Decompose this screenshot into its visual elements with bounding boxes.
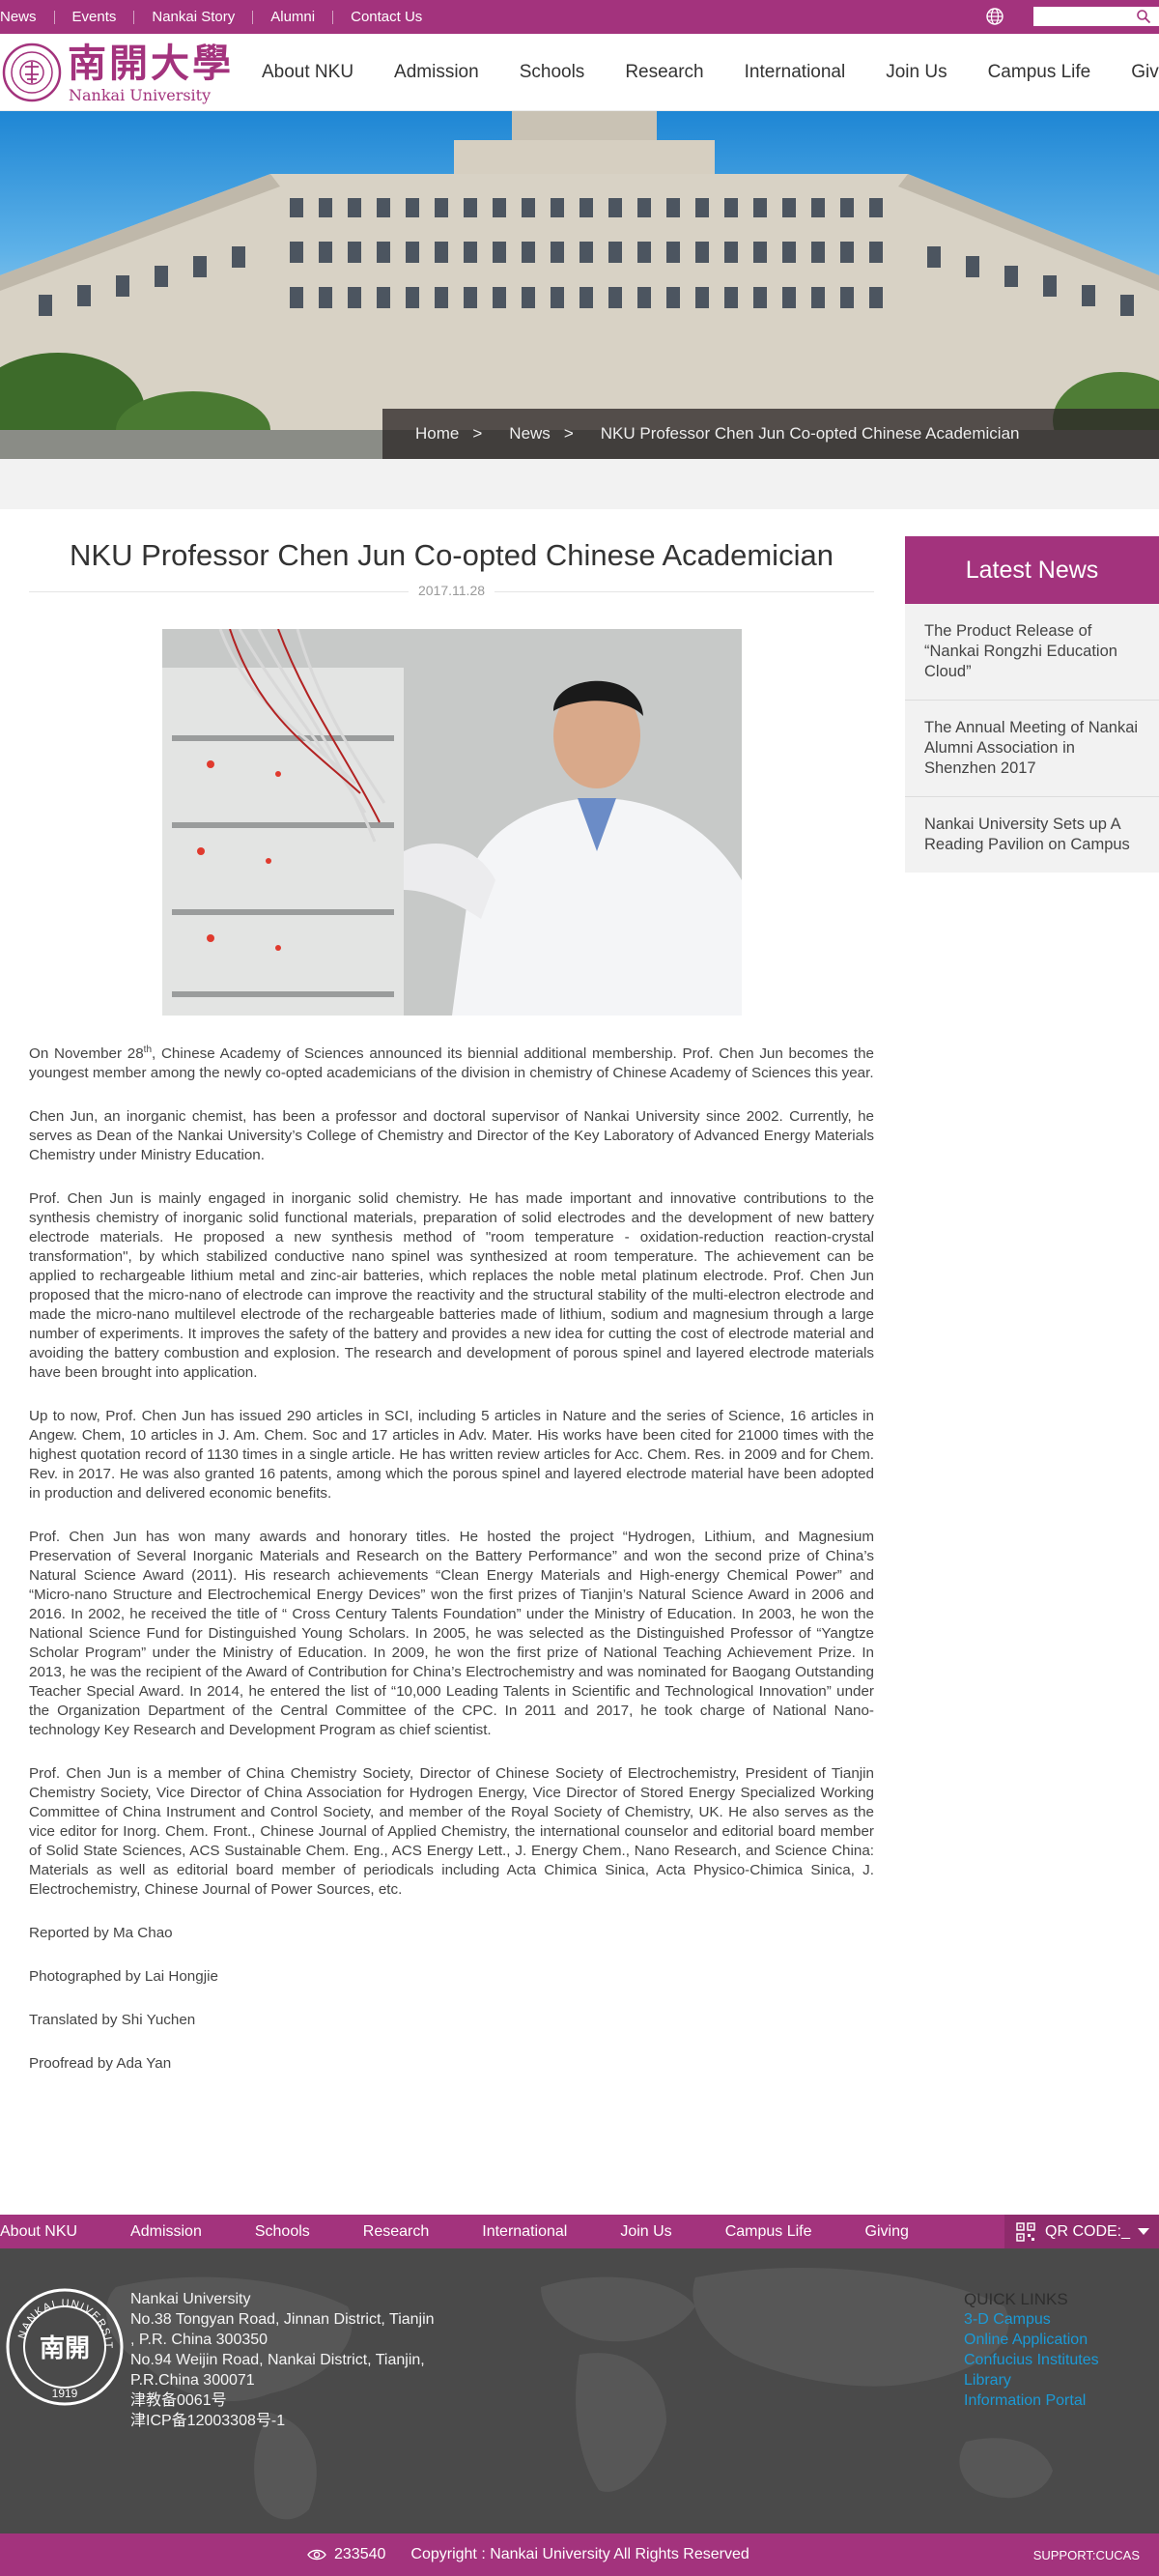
top-utility-bar: News Events Nankai Story Alumni Contact … bbox=[0, 0, 1159, 34]
logo-chinese-name[interactable]: 南開大學 bbox=[68, 43, 234, 85]
address-line: P.R.China 300071 bbox=[130, 2372, 255, 2389]
nav-item-campus-life[interactable]: Campus Life bbox=[988, 62, 1091, 83]
article-paragraph: Prof. Chen Jun has won many awards and h… bbox=[29, 1529, 874, 1738]
latest-news-list: The Product Release of “Nankai Rongzhi E… bbox=[905, 604, 1159, 873]
seal-chinese-text: 南開 bbox=[40, 2334, 90, 2363]
article-paragraph: Prof. Chen Jun is a member of China Chem… bbox=[29, 1765, 874, 1898]
qr-code-button[interactable]: QR CODE:_ bbox=[1004, 2215, 1159, 2248]
footer-nav-admission[interactable]: Admission bbox=[130, 2223, 202, 2241]
breadcrumb-separator: > bbox=[563, 424, 574, 443]
quick-links-title: QUICK LINKS bbox=[964, 2290, 1068, 2308]
nav-item-schools[interactable]: Schools bbox=[520, 62, 585, 83]
footer-nav-join-us[interactable]: Join Us bbox=[620, 2223, 671, 2241]
article-text: On November 28 bbox=[29, 1045, 144, 1062]
address-line: No.94 Weijin Road, Nankai District, Tian… bbox=[130, 2352, 425, 2368]
footer-nav-about-nku[interactable]: About NKU bbox=[0, 2223, 77, 2241]
top-link-events[interactable]: Events bbox=[55, 10, 135, 24]
support-link[interactable]: SUPPORT:CUCAS bbox=[1033, 2533, 1140, 2576]
quick-link-library[interactable]: Library bbox=[964, 2370, 1099, 2390]
eye-icon bbox=[307, 2549, 326, 2561]
latest-news-sidebar: Latest News The Product Release of “Nank… bbox=[905, 536, 1159, 873]
footer-nav-giving[interactable]: Giving bbox=[865, 2223, 909, 2241]
article-paragraph: Up to now, Prof. Chen Jun has issued 290… bbox=[29, 1408, 874, 1502]
university-emblem-icon[interactable] bbox=[2, 43, 62, 102]
section-divider-band bbox=[0, 459, 1159, 509]
nav-item-admission[interactable]: Admission bbox=[394, 62, 479, 83]
address-line: 津教备0061号 bbox=[130, 2392, 227, 2409]
article-title: NKU Professor Chen Jun Co-opted Chinese … bbox=[70, 538, 834, 572]
article: NKU Professor Chen Jun Co-opted Chinese … bbox=[29, 536, 874, 2098]
quick-links: QUICK LINKS 3-D Campus Online Applicatio… bbox=[964, 2289, 1099, 2411]
nav-item-giving[interactable]: Giving bbox=[1131, 62, 1159, 83]
article-date-text: 2017.11.28 bbox=[408, 583, 495, 598]
article-paragraph: On November 28th, Chinese Academy of Sci… bbox=[29, 1045, 874, 1083]
top-link-contact-us[interactable]: Contact Us bbox=[333, 10, 439, 24]
credit-photographed: Photographed by Lai Hongjie bbox=[29, 1968, 218, 1985]
address-line: , P.R. China 300350 bbox=[130, 2332, 269, 2348]
breadcrumb-news[interactable]: News bbox=[509, 424, 551, 444]
footer-nav-campus-life[interactable]: Campus Life bbox=[725, 2223, 812, 2241]
footer-nav-international[interactable]: International bbox=[482, 2223, 567, 2241]
article-paragraph: Prof. Chen Jun is mainly engaged in inor… bbox=[29, 1190, 874, 1381]
university-seal-icon: NANKAI UNIVERSITY 南開 1919 bbox=[5, 2287, 124, 2406]
credit-translated: Translated by Shi Yuchen bbox=[29, 2012, 196, 2028]
top-link-nankai-story[interactable]: Nankai Story bbox=[134, 10, 254, 24]
globe-icon[interactable] bbox=[985, 7, 1004, 26]
hero-banner: Home > News > NKU Professor Chen Jun Co-… bbox=[0, 111, 1159, 459]
latest-news-item[interactable]: Nankai University Sets up A Reading Pavi… bbox=[905, 797, 1159, 873]
address-line: No.38 Tongyan Road, Jinnan District, Tia… bbox=[130, 2311, 435, 2328]
top-link-alumni[interactable]: Alumni bbox=[253, 10, 334, 24]
qr-code-label: QR CODE:_ bbox=[1045, 2222, 1131, 2240]
footer-copyright-row: 233540 Copyright : Nankai University All… bbox=[307, 2533, 749, 2576]
logo-english-name[interactable]: Nankai University bbox=[69, 87, 211, 104]
breadcrumb-home[interactable]: Home bbox=[415, 424, 459, 444]
copyright-text: Copyright : Nankai University All Rights… bbox=[410, 2546, 749, 2562]
credit-reported: Reported by Ma Chao bbox=[29, 1925, 173, 1941]
chevron-down-icon bbox=[1138, 2228, 1150, 2235]
nav-item-research[interactable]: Research bbox=[625, 62, 703, 83]
qr-code-icon bbox=[1016, 2221, 1035, 2242]
address-line: 津ICP备12003308号-1 bbox=[130, 2413, 286, 2429]
visit-counter: 233540 bbox=[334, 2546, 386, 2562]
quick-link-online-application[interactable]: Online Application bbox=[964, 2330, 1099, 2350]
footer-nav-research[interactable]: Research bbox=[363, 2223, 429, 2241]
footer-main: NANKAI UNIVERSITY 南開 1919 Nankai Univers… bbox=[0, 2248, 1159, 2533]
quick-link-3d-campus[interactable]: 3-D Campus bbox=[964, 2309, 1099, 2330]
search-icon[interactable] bbox=[1136, 9, 1151, 24]
main-nav: About NKU Admission Schools Research Int… bbox=[241, 34, 1159, 111]
article-photo bbox=[161, 629, 742, 1016]
nav-item-about-nku[interactable]: About NKU bbox=[262, 62, 353, 83]
article-paragraph: Chen Jun, an inorganic chemist, has been… bbox=[29, 1108, 874, 1163]
footer-address: Nankai University No.38 Tongyan Road, Ji… bbox=[130, 2289, 435, 2431]
quick-link-information-portal[interactable]: Information Portal bbox=[964, 2390, 1099, 2411]
breadcrumb: Home > News > NKU Professor Chen Jun Co-… bbox=[382, 409, 1159, 459]
address-line: Nankai University bbox=[130, 2291, 251, 2307]
article-body: On November 28th, Chinese Academy of Sci… bbox=[29, 1045, 874, 2074]
article-date: 2017.11.28 bbox=[29, 583, 874, 600]
quick-link-confucius-institutes[interactable]: Confucius Institutes bbox=[964, 2350, 1099, 2370]
latest-news-item[interactable]: The Annual Meeting of Nankai Alumni Asso… bbox=[905, 701, 1159, 797]
top-links: News Events Nankai Story Alumni Contact … bbox=[0, 0, 439, 34]
sidebar-title: Latest News bbox=[905, 536, 1159, 604]
credit-proofread: Proofread by Ada Yan bbox=[29, 2055, 172, 2072]
superscript: th bbox=[143, 1044, 153, 1055]
article-text: , Chinese Academy of Sciences announced … bbox=[29, 1045, 874, 1081]
top-link-news[interactable]: News bbox=[0, 10, 55, 24]
site-header: 南開大學 Nankai University About NKU Admissi… bbox=[0, 34, 1159, 111]
footer-bottom-bar: 233540 Copyright : Nankai University All… bbox=[0, 2533, 1159, 2576]
nav-item-join-us[interactable]: Join Us bbox=[886, 62, 947, 83]
footer-nav-schools[interactable]: Schools bbox=[255, 2223, 310, 2241]
footer-nav-items: About NKU Admission Schools Research Int… bbox=[0, 2215, 962, 2248]
breadcrumb-separator: > bbox=[472, 424, 483, 443]
seal-year: 1919 bbox=[52, 2387, 78, 2400]
nav-item-international[interactable]: International bbox=[745, 62, 846, 83]
footer-nav: About NKU Admission Schools Research Int… bbox=[0, 2215, 1159, 2248]
campus-building-image bbox=[0, 111, 1159, 459]
breadcrumb-current: NKU Professor Chen Jun Co-opted Chinese … bbox=[600, 424, 1020, 443]
latest-news-item[interactable]: The Product Release of “Nankai Rongzhi E… bbox=[905, 604, 1159, 701]
